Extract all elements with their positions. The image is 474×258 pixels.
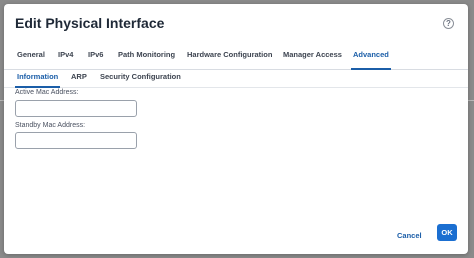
standby-mac-input[interactable] xyxy=(15,132,137,149)
tab-advanced[interactable]: Advanced xyxy=(351,44,391,70)
tab-ipv4[interactable]: IPv4 xyxy=(56,44,75,70)
edit-physical-interface-dialog: Edit Physical Interface ? General IPv4 I… xyxy=(4,4,468,254)
tab-path-monitoring[interactable]: Path Monitoring xyxy=(116,44,177,70)
ok-button[interactable]: OK xyxy=(437,224,457,241)
tab-manager-access[interactable]: Manager Access xyxy=(281,44,344,70)
cancel-button[interactable]: Cancel xyxy=(397,229,422,243)
subtab-arp[interactable]: ARP xyxy=(69,70,89,88)
help-icon[interactable]: ? xyxy=(443,18,454,29)
subtab-information[interactable]: Information xyxy=(15,70,61,88)
tab-ipv6[interactable]: IPv6 xyxy=(86,44,105,70)
tab-hardware-configuration[interactable]: Hardware Configuration xyxy=(185,44,274,70)
active-mac-input[interactable] xyxy=(15,100,137,117)
standby-mac-label: Standby Mac Address: xyxy=(15,122,86,129)
tab-general[interactable]: General xyxy=(15,44,47,70)
main-tabs: General IPv4 IPv6 Path Monitoring Hardwa… xyxy=(4,44,468,70)
active-mac-label: Active Mac Address: xyxy=(15,89,79,96)
subtab-security-configuration[interactable]: Security Configuration xyxy=(98,70,183,88)
dialog-title: Edit Physical Interface xyxy=(15,15,165,31)
sub-tabs: Information ARP Security Configuration xyxy=(4,70,468,88)
